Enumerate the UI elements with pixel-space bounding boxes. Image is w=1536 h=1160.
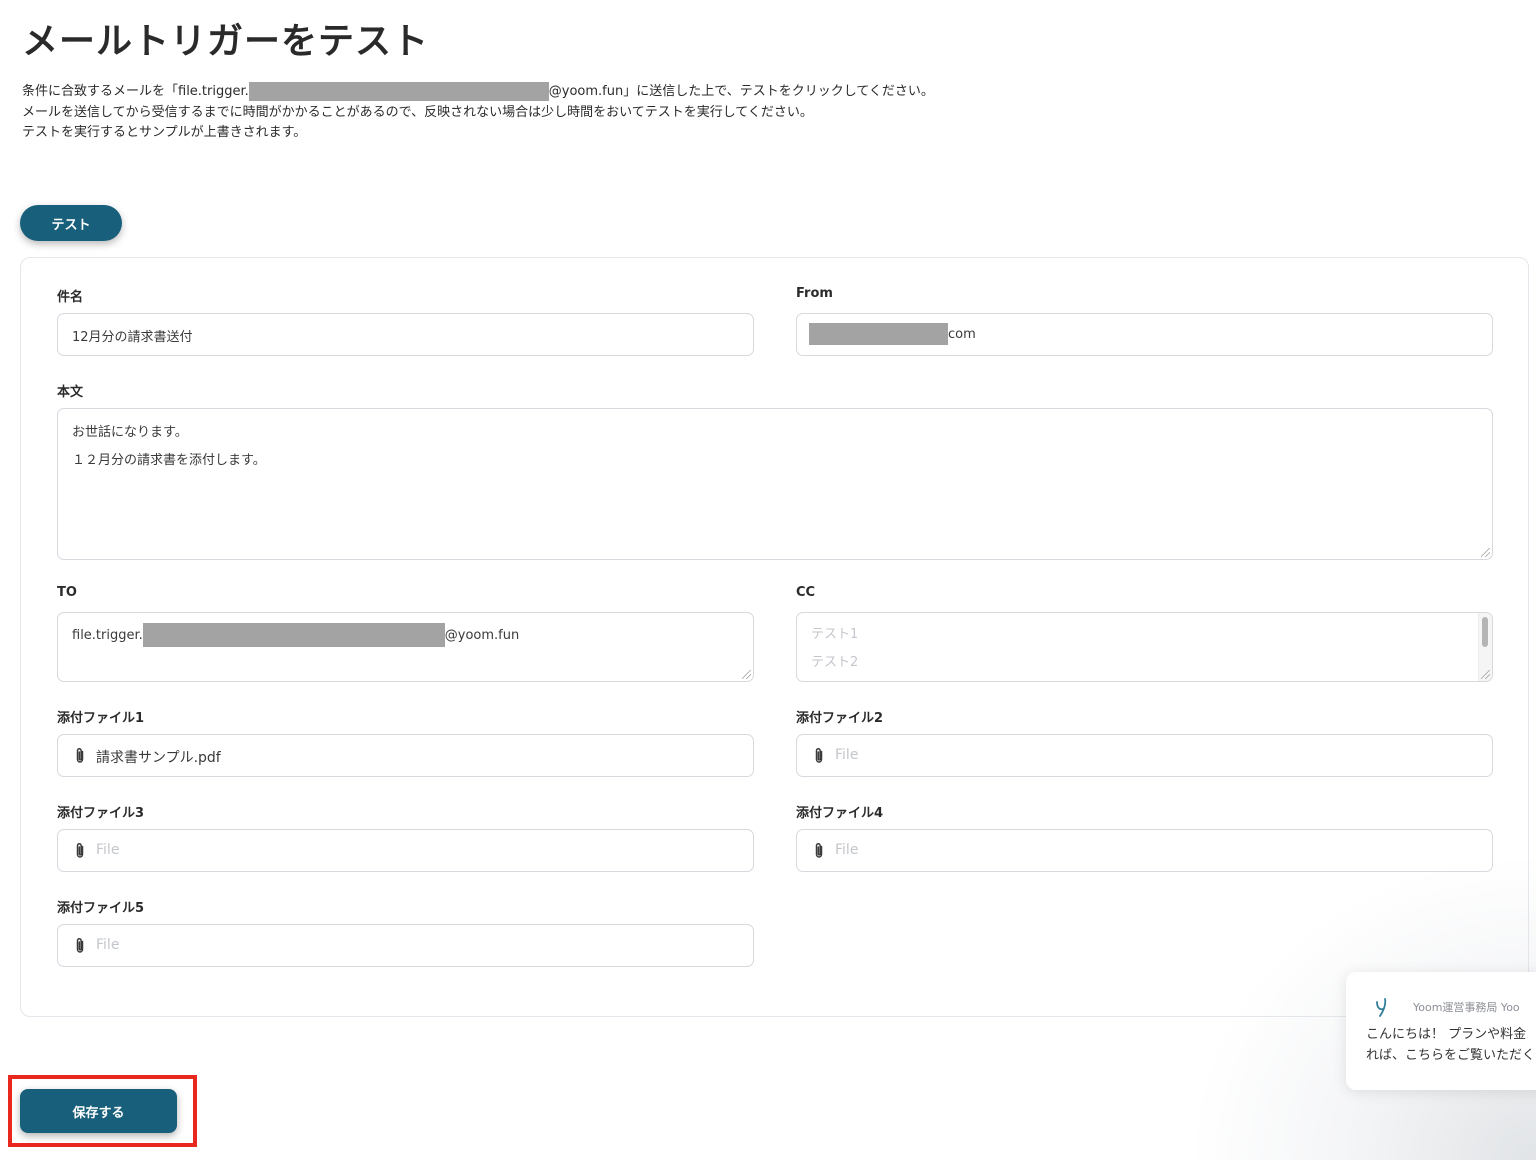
to-value-prefix: file.trigger. (72, 627, 143, 643)
subject-value: 12月分の請求書送付 (72, 330, 193, 345)
body-line-1: お世話になります。 (72, 425, 188, 440)
from-value: com (809, 323, 976, 345)
save-button[interactable]: 保存する (20, 1089, 177, 1133)
instruction-line-1: 条件に合致するメールを「file.trigger. @yoom.fun」に送信した… (22, 82, 934, 103)
attachment-1-label: 添付ファイル1 (57, 711, 145, 726)
cc-placeholder-line-2: テスト2 (811, 655, 859, 670)
to-textarea[interactable]: file.trigger. @yoom.fun (57, 612, 754, 682)
from-value-suffix: com (948, 326, 976, 342)
attachment-3-label: 添付ファイル3 (57, 806, 145, 821)
attachment-3-placeholder: File (96, 842, 120, 858)
attachment-2-input[interactable]: File (796, 734, 1493, 777)
chat-message-line-2: れば、こちらをご覧いただく (1366, 1048, 1536, 1063)
to-value-suffix: @yoom.fun (444, 627, 520, 643)
body-line-2: １２月分の請求書を添付します。 (72, 453, 266, 468)
redacted-to-address (142, 623, 445, 647)
chat-sender: Yoom運営事務局 Yoo (1413, 1001, 1520, 1014)
email-form-panel: 件名 12月分の請求書送付 From com 本文 お世話になります。 １２月分… (20, 257, 1529, 1017)
body-textarea[interactable]: お世話になります。 １２月分の請求書を添付します。 (57, 408, 1493, 560)
attachment-4-label: 添付ファイル4 (796, 806, 884, 821)
resize-handle[interactable] (742, 670, 751, 679)
paperclip-icon (815, 747, 823, 763)
attachment-5-label: 添付ファイル5 (57, 901, 145, 916)
body-label: 本文 (57, 385, 84, 400)
attachment-3-input[interactable]: File (57, 829, 754, 872)
paperclip-icon (815, 842, 823, 858)
from-label: From (796, 286, 833, 301)
attachment-2-placeholder: File (835, 747, 859, 763)
instruction-line-1-suffix: @yoom.fun」に送信した上で、テストをクリックしてください。 (548, 84, 934, 99)
attachment-1-input[interactable]: 請求書サンプル.pdf (57, 734, 754, 777)
yoom-logo-icon (1376, 998, 1387, 1017)
to-value: file.trigger. @yoom.fun (72, 623, 519, 647)
paperclip-icon (76, 937, 84, 953)
cc-label: CC (796, 585, 816, 600)
chat-message: こんにちは！ プランや料金 れば、こちらをご覧いただく (1366, 1024, 1535, 1066)
cc-textarea[interactable]: テスト1 テスト2 (796, 612, 1493, 682)
attachment-4-input[interactable]: File (796, 829, 1493, 872)
attachment-5-placeholder: File (96, 937, 120, 953)
instruction-line-1-prefix: 条件に合致するメールを「file.trigger. (22, 84, 249, 99)
paperclip-icon (76, 842, 84, 858)
to-label: TO (57, 585, 77, 600)
test-button[interactable]: テスト (20, 205, 122, 241)
instructions: 条件に合致するメールを「file.trigger. @yoom.fun」に送信した… (22, 82, 934, 144)
cc-placeholder-line-1: テスト1 (811, 627, 859, 642)
subject-input[interactable]: 12月分の請求書送付 (57, 313, 754, 356)
attachment-4-placeholder: File (835, 842, 859, 858)
attachment-2-label: 添付ファイル2 (796, 711, 884, 726)
attachment-1-filename: 請求書サンプル.pdf (96, 750, 221, 766)
attachment-5-input[interactable]: File (57, 924, 754, 967)
redacted-from-address (809, 323, 948, 345)
chat-message-line-1: こんにちは！ プランや料金 (1366, 1027, 1527, 1042)
cc-scrollbar-thumb[interactable] (1482, 617, 1488, 647)
resize-handle[interactable] (1481, 670, 1490, 679)
resize-handle[interactable] (1481, 548, 1490, 557)
instruction-line-3: テストを実行するとサンプルが上書きされます。 (22, 125, 307, 140)
redacted-address (248, 82, 549, 101)
instruction-line-2: メールを送信してから受信するまでに時間がかかることがあるので、反映されない場合は… (22, 104, 813, 120)
from-input[interactable]: com (796, 313, 1493, 356)
subject-label: 件名 (57, 290, 84, 305)
paperclip-icon (76, 747, 84, 763)
page-title: メールトリガーをテスト (22, 21, 430, 62)
chat-popup[interactable]: Yoom運営事務局 Yoo こんにちは！ プランや料金 れば、こちらをご覧いただ… (1346, 972, 1536, 1090)
